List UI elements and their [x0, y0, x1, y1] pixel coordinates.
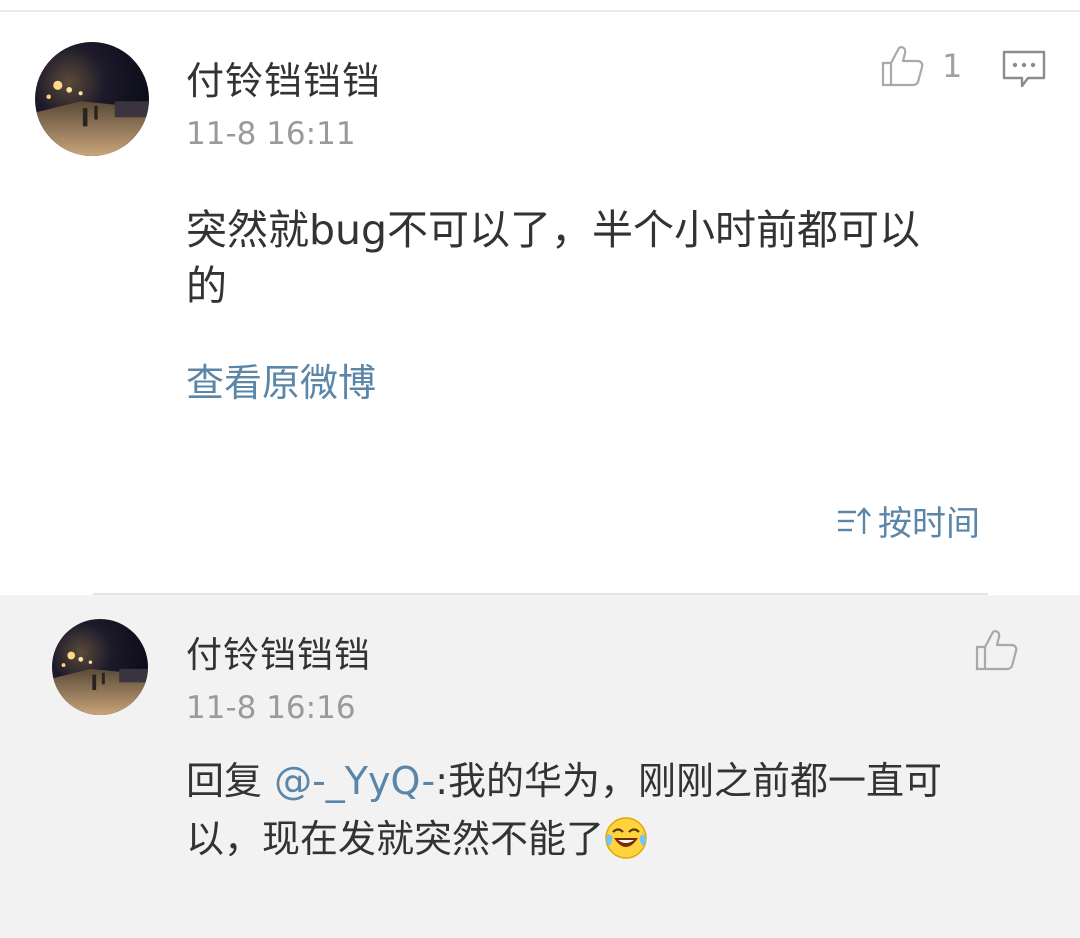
reply-prefix: 回复 [186, 759, 275, 803]
laughing-crying-emoji-icon [605, 817, 647, 859]
comment-username[interactable]: 付铃铛铛铛 [186, 50, 381, 105]
thumbs-up-icon [975, 630, 1018, 671]
comment-text-line-1: 突然就bug不可以了，半个小时前都可以 [186, 206, 921, 254]
avatar-night-road-image [52, 619, 148, 715]
section-divider [93, 593, 988, 595]
reply-text-line-1: 回复 @-_YyQ-:我的华为，刚刚之前都一直可 [186, 752, 1026, 810]
view-original-weibo-link[interactable]: 查看原微博 [186, 352, 376, 407]
comment-text-line-2: 的 [186, 262, 227, 310]
sort-icon [838, 506, 871, 534]
reply-body-1: :我的华为，刚刚之前都一直可 [435, 759, 942, 803]
comment-button[interactable] [1002, 50, 1046, 94]
avatar[interactable] [35, 42, 149, 156]
reply-like-button[interactable] [974, 628, 1018, 672]
thumbs-up-icon [881, 46, 924, 87]
sort-by-time-button[interactable]: 按时间 [836, 496, 980, 545]
like-button[interactable]: 1 [880, 44, 962, 88]
reply-text: 回复 @-_YyQ-:我的华为，刚刚之前都一直可 以，现在发就突然不能了 [186, 752, 1026, 868]
comment-timestamp: 11-8 16:11 [186, 116, 356, 152]
comment-bubble-icon [1002, 50, 1046, 88]
avatar-night-road-image [35, 42, 149, 156]
top-divider [0, 10, 1080, 12]
sort-label: 按时间 [878, 504, 980, 544]
reply-username[interactable]: 付铃铛铛铛 [186, 626, 371, 678]
comment-text: 突然就bug不可以了，半个小时前都可以 的 [186, 202, 1046, 314]
reply-avatar[interactable] [52, 619, 148, 715]
reply-timestamp: 11-8 16:16 [186, 690, 356, 726]
mention-link[interactable]: @-_YyQ- [274, 759, 435, 803]
like-count: 1 [942, 47, 963, 85]
reply-text-line-2: 以，现在发就突然不能了 [186, 810, 1026, 868]
reply-body-2: 以，现在发就突然不能了 [186, 817, 605, 861]
